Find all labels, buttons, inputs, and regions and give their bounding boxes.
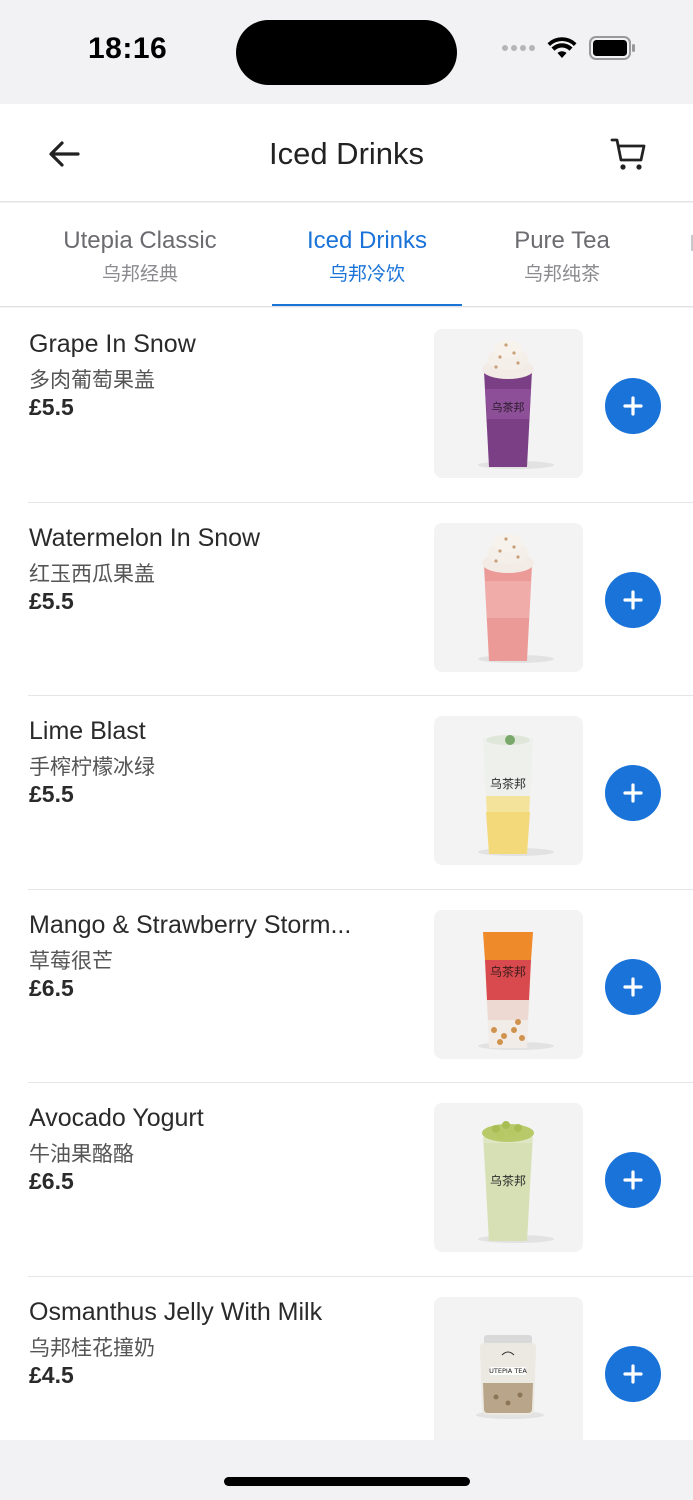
product-price: £5.5 <box>29 781 74 807</box>
product-price: £5.5 <box>29 587 74 614</box>
add-to-cart-button[interactable] <box>605 378 661 434</box>
product-name-zh: 草莓很芒 <box>29 949 113 973</box>
product-name: Osmanthus Jelly With Milk <box>29 1297 323 1326</box>
battery-icon <box>589 36 637 60</box>
add-to-cart-button[interactable] <box>605 765 661 821</box>
product-image[interactable]: UTEPIA TEA <box>434 1296 583 1440</box>
product-name-zh: 多肉葡萄果盖 <box>29 369 155 392</box>
product-name: Lime Blast <box>29 717 146 745</box>
cup-logo: 乌茶邦 <box>490 776 526 791</box>
home-indicator-area <box>0 1440 693 1500</box>
active-tab-indicator <box>272 304 462 306</box>
product-name: Grape In Snow <box>29 330 196 358</box>
app-header: Iced Drinks <box>0 104 693 202</box>
tab-sublabel: 乌邦经典 <box>101 264 178 285</box>
product-name: Watermelon In Snow <box>29 523 261 552</box>
wifi-icon <box>547 37 577 59</box>
tab-sublabel: 乌邦冷饮 <box>328 264 405 285</box>
add-to-cart-button[interactable] <box>605 1152 661 1208</box>
product-image[interactable] <box>434 522 583 672</box>
add-to-cart-button[interactable] <box>605 958 661 1015</box>
home-indicator[interactable] <box>224 1477 470 1486</box>
product-name-zh: 红玉西瓜果盖 <box>29 562 155 586</box>
product-price: £6.5 <box>29 974 74 1001</box>
product-name-zh: 牛油果酪酪 <box>29 1143 134 1166</box>
tab-label: Iced Drinks <box>306 227 428 254</box>
cellular-signal-icon <box>502 45 535 51</box>
list-item[interactable]: Osmanthus Jelly With Milk 乌邦桂花撞奶 £4.5 UT… <box>0 1275 693 1440</box>
list-item[interactable]: Lime Blast 手榨柠檬冰绿 £5.5 乌茶邦 <box>0 695 693 889</box>
status-time: 18:16 <box>88 32 168 65</box>
product-image[interactable]: 乌茶邦 <box>434 909 583 1059</box>
status-indicators <box>502 36 637 60</box>
product-image[interactable]: 乌茶邦 <box>434 329 583 478</box>
add-to-cart-button[interactable] <box>605 571 661 628</box>
plus-icon <box>623 783 643 803</box>
plus-icon <box>623 1170 643 1190</box>
product-name-zh: 乌邦桂花撞奶 <box>29 1336 155 1360</box>
shopping-cart-icon[interactable] <box>609 134 649 174</box>
dynamic-island <box>236 20 457 85</box>
plus-icon <box>623 396 643 416</box>
page-title: Iced Drinks <box>268 136 425 171</box>
product-image[interactable]: 乌茶邦 <box>434 1103 583 1252</box>
add-to-cart-button[interactable] <box>605 1345 661 1402</box>
plus-icon <box>623 1363 643 1384</box>
product-price: £4.5 <box>29 1361 74 1388</box>
tab-sublabel: 乌邦纯茶 <box>523 264 600 285</box>
category-tabs: Utepia Classic 乌邦经典 Iced Drinks 乌邦冷饮 Pur… <box>0 203 693 307</box>
tab-pure-tea[interactable]: Pure Tea 乌邦纯茶 <box>482 227 642 286</box>
cup-logo: 乌茶邦 <box>492 400 525 414</box>
tab-label: Pure Tea <box>514 227 610 254</box>
list-item[interactable]: Watermelon In Snow 红玉西瓜果盖 £5.5 <box>0 501 693 696</box>
list-item[interactable]: Avocado Yogurt 牛油果酪酪 £6.5 乌茶邦 <box>0 1082 693 1276</box>
tab-iced-drinks[interactable]: Iced Drinks 乌邦冷饮 <box>272 227 462 286</box>
product-price: £6.5 <box>29 1168 74 1194</box>
product-price: £5.5 <box>29 394 74 420</box>
product-name: Avocado Yogurt <box>29 1104 204 1132</box>
product-name-zh: 手榨柠檬冰绿 <box>29 756 155 779</box>
product-list: Grape In Snow 多肉葡萄果盖 £5.5 乌茶邦 Watermelon… <box>0 308 693 1440</box>
product-name: Mango & Strawberry Storm... <box>29 910 352 939</box>
tab-utepia-classic[interactable]: Utepia Classic 乌邦经典 <box>40 227 240 286</box>
list-item[interactable]: Grape In Snow 多肉葡萄果盖 £5.5 乌茶邦 <box>0 308 693 502</box>
cup-logo: 乌茶邦 <box>490 1173 526 1188</box>
plus-icon <box>623 976 643 997</box>
tab-label: Utepia Classic <box>63 227 217 254</box>
bottle-label: UTEPIA TEA <box>489 1367 527 1375</box>
plus-icon <box>623 589 643 610</box>
list-item[interactable]: Mango & Strawberry Storm... 草莓很芒 £6.5 乌茶… <box>0 888 693 1083</box>
product-image[interactable]: 乌茶邦 <box>434 716 583 865</box>
cup-logo: 乌茶邦 <box>490 964 526 979</box>
status-bar: 18:16 <box>0 0 693 104</box>
